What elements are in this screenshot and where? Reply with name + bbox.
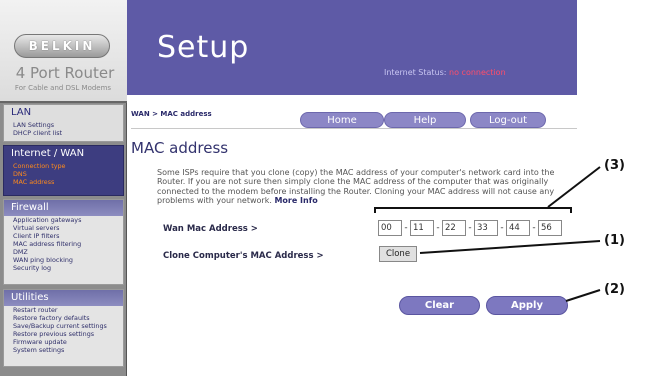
callout-arrow-1 [419,240,601,254]
apply-changes-button[interactable]: Apply changes [486,296,568,329]
callout-bracket [374,207,572,213]
sidebar: BELKIN 4 Port Router For Cable and DSL M… [0,0,127,376]
mac-octet-input-6[interactable]: 56 [538,220,562,236]
mac-address-fields: 00 - 11 - 22 - 33 - 44 - 56 [378,219,562,237]
mac-octet-input-3[interactable]: 22 [442,220,466,236]
product-tagline: For Cable and DSL Modems [14,84,112,92]
mac-octet-input-4[interactable]: 33 [474,220,498,236]
nav-item-mac-address-filtering[interactable]: MAC address filtering [4,240,123,248]
nav-item-connection-type[interactable]: Connection type [4,162,123,170]
internet-status-label: Internet Status: [384,68,447,77]
mac-octet-input-5[interactable]: 44 [506,220,530,236]
nav-item-restart-router[interactable]: Restart router [4,306,123,314]
mac-separator: - [532,223,536,233]
nav-heading-internet-wan[interactable]: Internet / WAN [4,146,123,162]
nav-item-application-gateways[interactable]: Application gateways [4,216,123,224]
nav-item-firmware-update[interactable]: Firmware update [4,338,123,346]
mac-separator: - [436,223,440,233]
nav-heading-lan[interactable]: LAN [4,105,123,121]
nav-section-firewall: Firewall Application gateways Virtual se… [3,199,124,285]
nav-item-lan-settings[interactable]: LAN Settings [4,121,123,129]
brand-panel: BELKIN 4 Port Router For Cable and DSL M… [0,0,127,103]
nav-item-security-log[interactable]: Security log [4,264,123,272]
nav-section-lan: LAN LAN Settings DHCP client list [3,104,124,142]
nav-item-system-settings[interactable]: System settings [4,346,123,354]
callout-arrow-2 [565,289,601,302]
page-heading-setup: Setup [157,30,250,65]
internet-status: Internet Status: no connection [384,68,506,77]
home-button[interactable]: Home [300,112,384,128]
clear-changes-button[interactable]: Clear changes [399,296,480,329]
callout-label-1: (1) [604,233,625,248]
callout-label-3: (3) [604,158,625,173]
logout-button[interactable]: Log-out [470,112,546,128]
header-banner: Setup Internet Status: no connection [127,0,577,95]
nav-item-wan-ping-blocking[interactable]: WAN ping blocking [4,256,123,264]
nav-heading-utilities[interactable]: Utilities [4,290,123,306]
description-text: Some ISPs require that you clone (copy) … [157,168,577,206]
nav-section-utilities: Utilities Restart router Restore factory… [3,289,124,367]
nav-item-dns[interactable]: DNS [4,170,123,178]
divider [131,128,577,129]
nav-section-internet-wan: Internet / WAN Connection type DNS MAC a… [3,145,124,196]
nav-item-virtual-servers[interactable]: Virtual servers [4,224,123,232]
nav-item-mac-address[interactable]: MAC address [4,178,123,186]
product-name: 4 Port Router [15,64,115,82]
nav-item-client-ip-filters[interactable]: Client IP filters [4,232,123,240]
clone-mac-label: Clone Computer's MAC Address > [163,251,324,261]
nav-item-dhcp-client-list[interactable]: DHCP client list [4,129,123,137]
internet-status-value: no connection [449,68,506,77]
mac-separator: - [468,223,472,233]
section-title: MAC address [131,139,229,157]
mac-separator: - [500,223,504,233]
nav-item-restore-factory-defaults[interactable]: Restore factory defaults [4,314,123,322]
wan-mac-label: Wan Mac Address > [163,224,258,234]
clone-button[interactable]: Clone [379,246,417,262]
mac-separator: - [404,223,408,233]
mac-octet-input-2[interactable]: 11 [410,220,434,236]
help-button[interactable]: Help [384,112,466,128]
nav-item-save-backup-settings[interactable]: Save/Backup current settings [4,322,123,330]
description-body: Some ISPs require that you clone (copy) … [157,168,555,206]
mac-octet-input-1[interactable]: 00 [378,220,402,236]
callout-label-2: (2) [604,282,625,297]
breadcrumb: WAN > MAC address [131,110,212,118]
belkin-logo: BELKIN [14,34,110,58]
nav-heading-firewall[interactable]: Firewall [4,200,123,216]
nav-item-dmz[interactable]: DMZ [4,248,123,256]
nav-item-restore-previous-settings[interactable]: Restore previous settings [4,330,123,338]
more-info-link[interactable]: More Info [274,196,317,205]
